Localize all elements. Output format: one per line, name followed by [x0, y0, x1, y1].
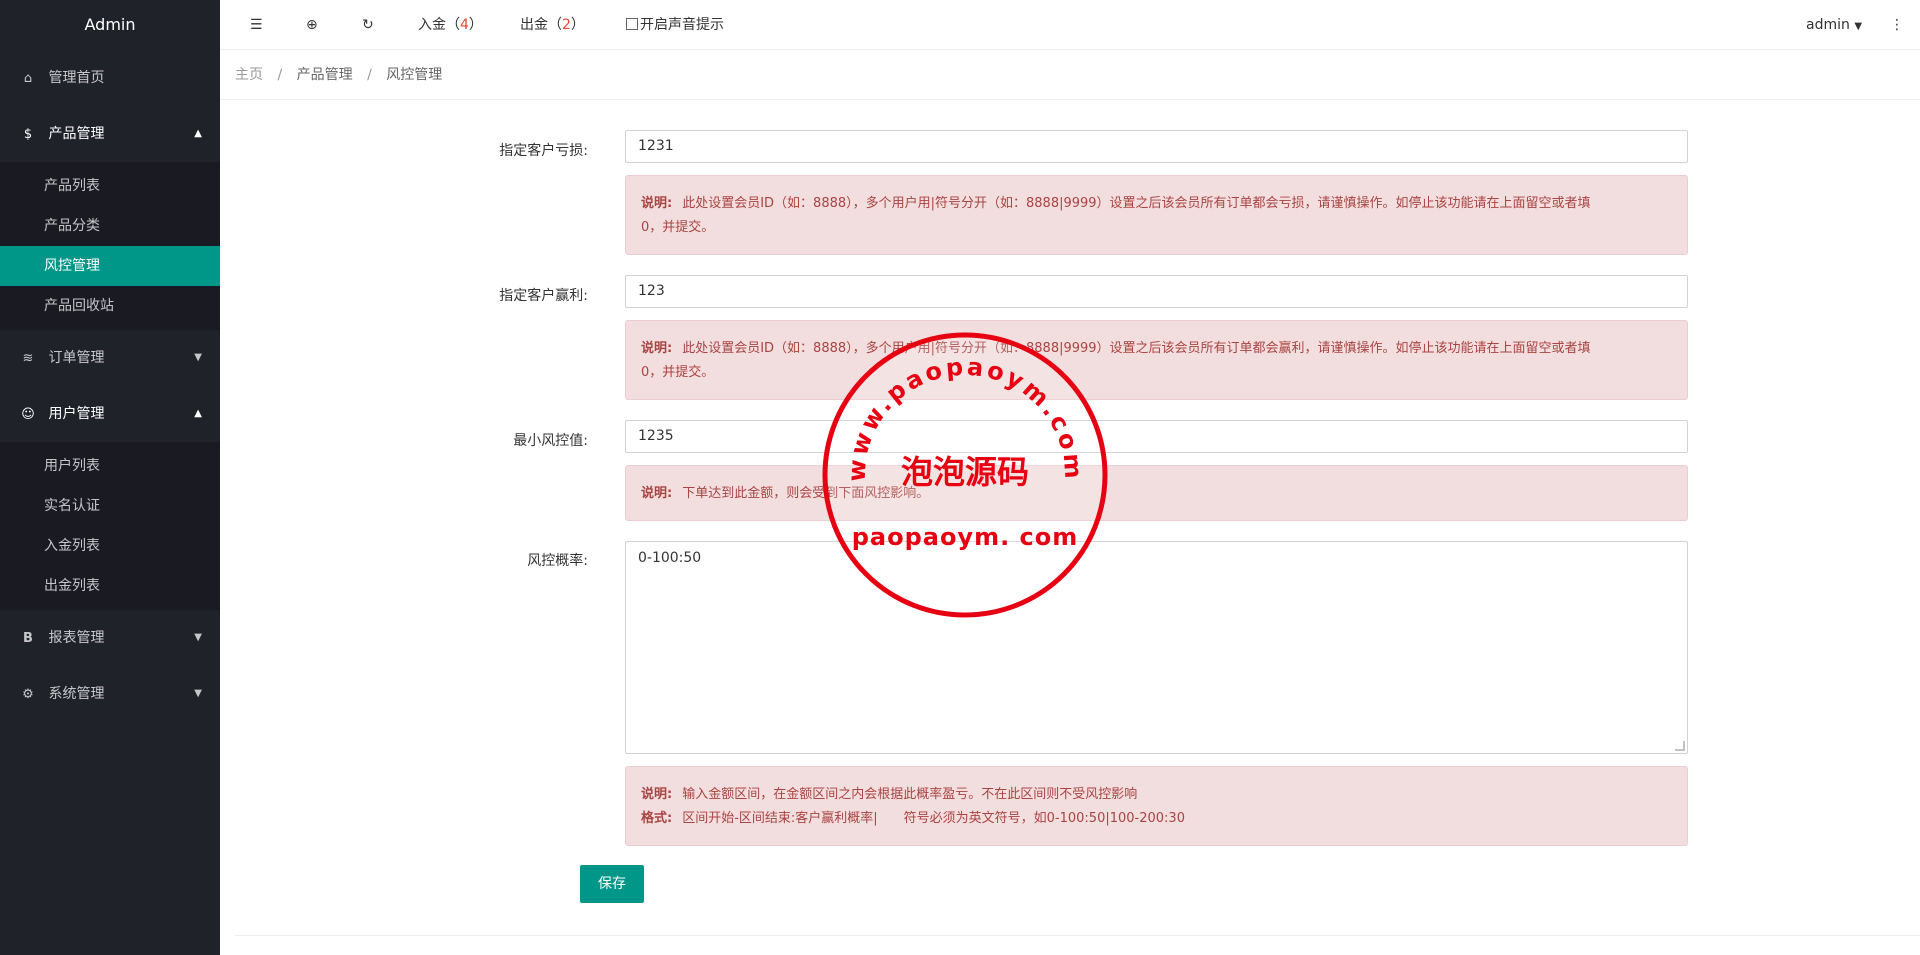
caret-down-icon: ▼ — [194, 632, 202, 643]
save-button[interactable]: 保存 — [580, 865, 644, 903]
nav-realname[interactable]: 实名认证 — [0, 486, 220, 526]
nav-report[interactable]: B 报表管理 ▼ — [0, 610, 220, 666]
profit-tip-line1: 此处设置会员ID（如：8888），多个用户用|符号分开（如：8888|9999）… — [682, 341, 1591, 356]
rate-tip: 说明: 输入金额区间，在金额区间之内会根据此概率盈亏。不在此区间则不受风控影响 格… — [625, 766, 1688, 846]
nav-user[interactable]: ☺ 用户管理 ▲ — [0, 386, 220, 442]
b-icon: B — [23, 631, 33, 646]
layers-icon: ≋ — [22, 351, 34, 366]
profit-tip-title: 说明: — [641, 341, 673, 356]
rate-label: 风控概率: — [527, 553, 588, 569]
profit-label: 指定客户赢利: — [499, 288, 588, 304]
breadcrumb-home[interactable]: 主页 — [235, 67, 263, 83]
deposit-link[interactable]: 入金（4） — [418, 0, 483, 50]
nav-system-label: 系统管理 — [48, 686, 105, 702]
breadcrumb-current: 风控管理 — [386, 67, 443, 83]
nav-user-submenu: 用户列表 实名认证 入金列表 出金列表 — [0, 442, 220, 610]
gear-icon: ⚙ — [22, 687, 34, 702]
top-header: ☰ ⊕ ↻ 入金（4） 出金（2） 开启声音提示 admin ▼ ⋮ — [220, 0, 1920, 50]
rate-value: 0-100:50 — [638, 550, 702, 566]
rate-textarea[interactable]: 0-100:50 — [625, 541, 1688, 754]
breadcrumb-product[interactable]: 产品管理 — [297, 67, 353, 83]
sound-label: 开启声音提示 — [640, 17, 724, 33]
loss-tip-title: 说明: — [641, 196, 673, 211]
min-tip: 说明: 下单达到此金额，则会受到下面风控影响。 — [625, 465, 1688, 521]
caret-down-icon: ▼ — [1854, 21, 1863, 32]
rate-tip-title: 说明: — [641, 787, 673, 802]
nav-order[interactable]: ≋ 订单管理 ▼ — [0, 330, 220, 386]
nav-product-list[interactable]: 产品列表 — [0, 166, 220, 206]
deposit-count: 4 — [460, 17, 469, 33]
sidebar: Admin ⌂ 管理首页 $ 产品管理 ▲ 产品列表 产品分类 风控管理 产品回… — [0, 0, 220, 955]
sound-checkbox[interactable] — [626, 18, 638, 30]
footer-divider — [235, 935, 1920, 936]
loss-tip-line2: 0，并提交。 — [641, 220, 715, 235]
breadcrumb-separator: / — [367, 67, 372, 83]
min-tip-title: 说明: — [641, 486, 673, 501]
min-label: 最小风控值: — [513, 433, 588, 449]
home-icon: ⌂ — [23, 71, 33, 86]
menu-toggle-icon[interactable]: ☰ — [250, 0, 263, 50]
rate-tip-text: 输入金额区间，在金额区间之内会根据此概率盈亏。不在此区间则不受风控影响 — [682, 787, 1138, 802]
nav-product-category[interactable]: 产品分类 — [0, 206, 220, 246]
app-logo[interactable]: Admin — [0, 0, 220, 50]
rate-format-text: 区间开始-区间结束:客户赢利概率| 符号必须为英文符号，如0-100:50|10… — [682, 811, 1185, 826]
nav-order-label: 订单管理 — [48, 350, 105, 366]
user-icon: ☺ — [21, 407, 35, 422]
nav-home-label: 管理首页 — [48, 70, 105, 86]
profit-tip: 说明: 此处设置会员ID（如：8888），多个用户用|符号分开（如：8888|99… — [625, 320, 1688, 400]
nav-report-label: 报表管理 — [48, 630, 105, 646]
more-icon[interactable]: ⋮ — [1890, 0, 1904, 50]
user-menu[interactable]: admin ▼ — [1806, 0, 1862, 50]
caret-down-icon: ▼ — [194, 688, 202, 699]
nav-user-list[interactable]: 用户列表 — [0, 446, 220, 486]
loss-tip-line1: 此处设置会员ID（如：8888），多个用户用|符号分开（如：8888|9999）… — [682, 196, 1591, 211]
nav-withdraw-list[interactable]: 出金列表 — [0, 566, 220, 606]
watermark-stamp: www.paopaoym.com 泡泡源码 paopaoym. com — [822, 332, 1108, 618]
caret-down-icon: ▼ — [194, 352, 202, 363]
loss-tip: 说明: 此处设置会员ID（如：8888），多个用户用|符号分开（如：8888|99… — [625, 175, 1688, 255]
breadcrumb-separator: / — [277, 67, 283, 83]
withdraw-count: 2 — [562, 17, 571, 33]
caret-up-icon: ▲ — [194, 408, 202, 419]
user-name: admin — [1806, 17, 1850, 33]
loss-input[interactable]: 1231 — [625, 130, 1688, 163]
deposit-label: 入金 — [418, 17, 446, 33]
nav-product-label: 产品管理 — [48, 126, 105, 142]
profit-tip-line2: 0，并提交。 — [641, 365, 715, 380]
nav-product[interactable]: $ 产品管理 ▲ — [0, 106, 220, 162]
loss-label: 指定客户亏损: — [499, 143, 588, 159]
min-input[interactable]: 1235 — [625, 420, 1688, 453]
rate-format-title: 格式: — [641, 811, 673, 826]
stamp-bottom-text: paopaoym. com — [852, 523, 1079, 551]
breadcrumb: 主页 / 产品管理 / 风控管理 — [220, 50, 1920, 100]
nav-home[interactable]: ⌂ 管理首页 — [0, 50, 220, 106]
globe-icon[interactable]: ⊕ — [306, 0, 318, 50]
nav-deposit-list[interactable]: 入金列表 — [0, 526, 220, 566]
refresh-icon[interactable]: ↻ — [362, 0, 374, 50]
dollar-icon: $ — [23, 127, 33, 142]
nav-product-recycle[interactable]: 产品回收站 — [0, 286, 220, 326]
nav-user-label: 用户管理 — [48, 406, 105, 422]
nav-product-submenu: 产品列表 产品分类 风控管理 产品回收站 — [0, 162, 220, 330]
withdraw-link[interactable]: 出金（2） — [520, 0, 585, 50]
caret-up-icon: ▲ — [194, 128, 202, 139]
nav-system[interactable]: ⚙ 系统管理 ▼ — [0, 666, 220, 722]
resize-handle-icon[interactable] — [1675, 741, 1685, 751]
sound-toggle[interactable]: 开启声音提示 — [626, 0, 724, 50]
stamp-center-text: 泡泡源码 — [901, 453, 1029, 491]
withdraw-label: 出金 — [520, 17, 548, 33]
nav-risk-control[interactable]: 风控管理 — [0, 246, 220, 286]
profit-input[interactable]: 123 — [625, 275, 1688, 308]
